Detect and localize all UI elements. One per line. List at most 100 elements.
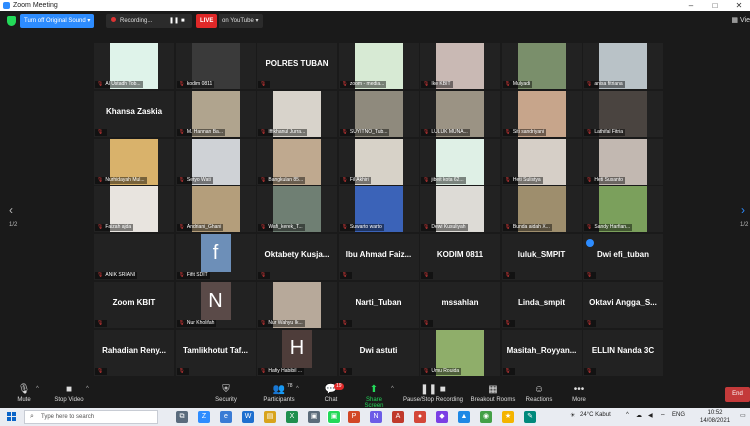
language-indicator[interactable]: ENG	[672, 412, 685, 418]
participant-tile[interactable]: 🎙 Andriani_Ghani	[175, 186, 256, 233]
participant-tile[interactable]: Ibu Ahmad Faiz... 🎙	[338, 234, 419, 281]
participant-tile[interactable]: Masitah_Royyan... 🎙	[501, 329, 582, 376]
word-icon[interactable]: W	[242, 411, 254, 423]
taskbar-app-icon-3[interactable]: ▲	[458, 411, 470, 423]
acrobat-icon[interactable]: A	[392, 411, 404, 423]
participant-tile[interactable]: 🎙 Heti Susanto	[583, 138, 663, 185]
next-page-arrow-icon[interactable]: ›	[741, 203, 745, 217]
windows-start-icon[interactable]	[7, 412, 17, 422]
tray-chevron-icon[interactable]: ^	[626, 412, 629, 418]
taskbar-app-icon-5[interactable]: ★	[502, 411, 514, 423]
participant-tile[interactable]: 🎙 Umu Rouida	[420, 329, 500, 376]
participant-tile[interactable]: 🎙 Al Ustadh Tob...	[94, 43, 174, 89]
file-explorer-icon[interactable]: ▤	[264, 411, 276, 423]
participant-tile[interactable]: 🎙 Nur Wahyu Ik...	[257, 282, 337, 328]
taskbar-app-icon[interactable]: ▣	[308, 411, 320, 423]
pause-stop-recording-button[interactable]: ❚❚ ■ Pause/Stop Recording	[402, 384, 464, 403]
participant-tile[interactable]: 🎙 Dewi Kusuliyah	[420, 186, 500, 233]
participant-tile[interactable]: ELLIN Nanda 3C 🎙	[583, 329, 663, 376]
taskbar-app-icon-2[interactable]: ◆	[436, 411, 448, 423]
participant-tile[interactable]: 🎙 jibeit kota 62...	[420, 138, 500, 185]
weather-icon[interactable]: ☀	[570, 412, 575, 419]
participant-tile[interactable]: Narti_Tuban 🎙	[338, 282, 419, 328]
taskbar-search-box[interactable]: ⌕ Type here to search	[24, 410, 158, 424]
chrome-icon[interactable]: ●	[414, 411, 426, 423]
share-screen-button[interactable]: ⬆ Share Screen	[356, 384, 392, 409]
chevron-down-icon[interactable]: ▾	[87, 18, 90, 24]
share-caret-icon[interactable]: ^	[391, 386, 394, 392]
network-icon[interactable]: ☁	[636, 412, 642, 419]
participant-tile[interactable]: Dwi efi_tuban 🎙	[583, 234, 663, 281]
participant-tile[interactable]: 🎙 Mulyadi	[501, 43, 582, 89]
participant-tile[interactable]: H 🎙 Hafiy Habibil ...	[257, 329, 337, 376]
mute-button[interactable]: 🎙 Mute	[14, 384, 34, 403]
participant-tile[interactable]: 🎙 kodim 0811	[175, 43, 256, 89]
taskbar-clock[interactable]: 10:52 14/08/2021	[700, 409, 730, 425]
participant-tile[interactable]: 🎙 Wafi_kerek_T...	[257, 186, 337, 233]
more-button[interactable]: ••• More	[568, 384, 590, 403]
live-badge[interactable]: LIVE	[196, 14, 218, 28]
participant-tile[interactable]: 🎙 Heti Sulistya	[501, 138, 582, 185]
powerpoint-icon[interactable]: P	[348, 411, 360, 423]
weather-label[interactable]: 24°C Kabut	[580, 412, 611, 418]
excel-icon[interactable]: X	[286, 411, 298, 423]
participant-tile[interactable]: luluk_SMPIT 🎙	[501, 234, 582, 281]
participant-tile[interactable]: Rahadian Reny... 🎙	[94, 329, 174, 376]
participant-tile[interactable]: 🎙 Lathifal Fitria	[583, 90, 663, 137]
participant-tile[interactable]: 🎙 ANIK SRIANI	[94, 234, 174, 281]
breakout-rooms-button[interactable]: ▦ Breakout Rooms	[470, 384, 516, 403]
participant-tile[interactable]: Oktavi Angga_S... 🎙	[583, 282, 663, 328]
task-view-icon[interactable]: ⧉	[176, 411, 188, 423]
maximize-button[interactable]: □	[705, 0, 725, 11]
taskbar-app-icon-6[interactable]: ✎	[524, 411, 536, 423]
participant-tile[interactable]: KODIM 0811 🎙	[420, 234, 500, 281]
end-meeting-button[interactable]: End	[725, 387, 750, 402]
participants-caret-icon[interactable]: ^	[296, 386, 299, 392]
participant-tile[interactable]: 🎙 Iffikhanul Jurra...	[257, 90, 337, 137]
taskbar-app-icon-4[interactable]: ◉	[480, 411, 492, 423]
participant-tile[interactable]: 🎙 Bangkulan 85...	[257, 138, 337, 185]
participant-tile[interactable]: 🎙 Faizah ajda	[94, 186, 174, 233]
previous-page-arrow-icon[interactable]: ‹	[9, 203, 13, 217]
participant-tile[interactable]: 🎙 SUYITNO_Tub...	[338, 90, 419, 137]
participant-tile[interactable]: Oktabety Kusja... 🎙	[257, 234, 337, 281]
participant-tile[interactable]: 🎙 Suwarto warto	[338, 186, 419, 233]
participant-tile[interactable]: 🎙 LULUK MUNA...	[420, 90, 500, 137]
participant-tile[interactable]: f 🎙 Fifit SDIT	[175, 234, 256, 281]
audio-options-caret-icon[interactable]: ^	[36, 386, 39, 392]
participant-tile[interactable]: 🎙 Sandy Harfian...	[583, 186, 663, 233]
notifications-icon[interactable]: ▭	[740, 412, 746, 419]
speaker-icon[interactable]: ◀	[648, 412, 653, 419]
stop-video-button[interactable]: ■ Stop Video	[52, 384, 86, 403]
turn-off-original-sound-button[interactable]: Turn off Original Sound ▾	[20, 14, 95, 28]
participant-tile[interactable]: Linda_smpit 🎙	[501, 282, 582, 328]
participant-tile[interactable]: N 🎙 Nur Kholifah	[175, 282, 256, 328]
participant-tile[interactable]: mssahlan 🎙	[420, 282, 500, 328]
security-button[interactable]: ⛨ Security	[212, 384, 240, 403]
live-on-youtube-dropdown[interactable]: on YouTube ▾	[219, 14, 263, 28]
participant-tile[interactable]: Khansa Zaskia 🎙	[94, 90, 174, 137]
pause-recording-icon[interactable]: ❚❚	[169, 14, 179, 28]
participant-tile[interactable]: 🎙 Fil Akhiri	[338, 138, 419, 185]
participant-tile[interactable]: 🎙 Setyo Wati	[175, 138, 256, 185]
minimize-button[interactable]: –	[681, 0, 701, 11]
stop-recording-icon[interactable]: ■	[181, 14, 185, 28]
active-app-icon[interactable]: ▣	[327, 410, 341, 424]
shield-icon[interactable]	[7, 16, 16, 26]
participant-tile[interactable]: 🎙 Ike KBIT	[420, 43, 500, 89]
participant-tile[interactable]: 🎙 anisa fitriana	[583, 43, 663, 89]
participant-tile[interactable]: POLRES TUBAN 🎙	[257, 43, 337, 89]
zoom-taskbar-icon[interactable]: Z	[198, 411, 210, 423]
participant-tile[interactable]: 🎙 Nurhidayah Mul...	[94, 138, 174, 185]
participant-tile[interactable]: Tamlikhotut Taf... 🎙	[175, 329, 256, 376]
video-options-caret-icon[interactable]: ^	[86, 386, 89, 392]
participant-tile[interactable]: Zoom KBIT 🎙	[94, 282, 174, 328]
view-button[interactable]: ▦ Vie	[731, 16, 750, 24]
participant-tile[interactable]: Dwi astuti 🎙	[338, 329, 419, 376]
participant-tile[interactable]: 🎙 Bunda aidah X...	[501, 186, 582, 233]
reactions-button[interactable]: ☺ Reactions	[524, 384, 554, 403]
participant-tile[interactable]: 🎙 zoom - media...	[338, 43, 419, 89]
wifi-icon[interactable]: ⌔	[660, 412, 666, 420]
edge-icon[interactable]: e	[220, 411, 232, 423]
participant-tile[interactable]: 🎙 M. Hannan Ba...	[175, 90, 256, 137]
